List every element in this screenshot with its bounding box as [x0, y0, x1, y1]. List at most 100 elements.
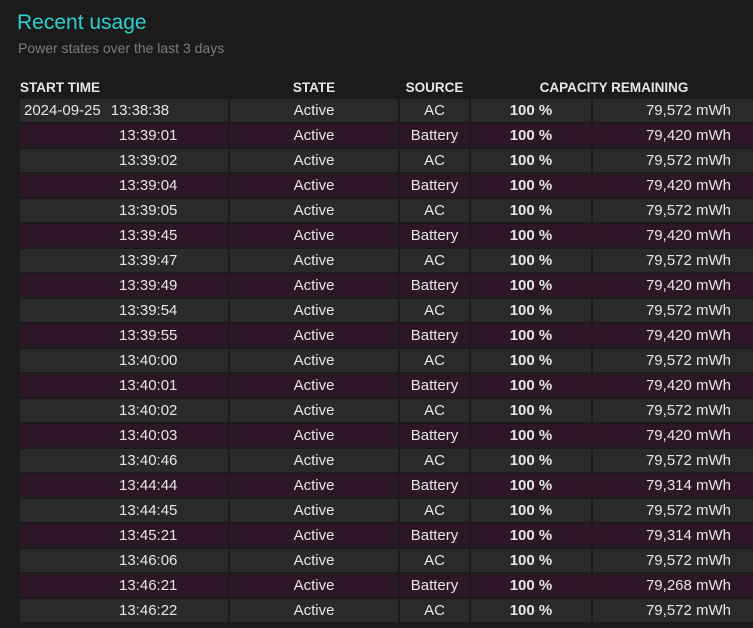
- cell-capacity-mwh: 79,420 mWh: [593, 124, 753, 147]
- battery-report-page: Recent usage Power states over the last …: [0, 0, 753, 628]
- cell-state: Active: [230, 349, 398, 372]
- table-row: 13:46:06 Active AC 100 % 79,572 mWh: [20, 549, 753, 572]
- cell-start-time: 13:40:01: [20, 374, 228, 397]
- cell-capacity-percent: 100 %: [471, 474, 591, 497]
- cell-state: Active: [230, 549, 398, 572]
- cell-state: Active: [230, 474, 398, 497]
- cell-state: Active: [230, 199, 398, 222]
- start-time: 13:38:38: [110, 102, 170, 119]
- cell-state: Active: [230, 224, 398, 247]
- column-header-state: STATE: [292, 80, 336, 95]
- cell-source: Battery: [400, 174, 469, 197]
- cell-start-time: 13:39:54: [20, 299, 228, 322]
- start-date: 2024-09-25: [24, 102, 101, 119]
- cell-start-time: 13:46:06: [20, 549, 228, 572]
- cell-source: AC: [400, 399, 469, 422]
- cell-start-time: 13:44:44: [20, 474, 228, 497]
- cell-source: Battery: [400, 224, 469, 247]
- cell-capacity-mwh: 79,572 mWh: [593, 299, 753, 322]
- start-time: 13:44:44: [119, 477, 178, 494]
- recent-usage-table: START TIME STATE SOURCE CAPACITY REMAINI…: [18, 76, 753, 624]
- column-header-capacity-remaining: CAPACITY REMAINING: [539, 80, 689, 95]
- table-row: 13:39:54 Active AC 100 % 79,572 mWh: [20, 299, 753, 322]
- cell-source: Battery: [400, 574, 469, 597]
- cell-source: AC: [400, 249, 469, 272]
- cell-capacity-percent: 100 %: [471, 574, 591, 597]
- table-row: 13:39:05 Active AC 100 % 79,572 mWh: [20, 199, 753, 222]
- cell-start-time: 2024-09-25 13:38:38: [20, 99, 228, 122]
- cell-start-time: 13:46:22: [20, 599, 228, 622]
- cell-start-time: 13:39:01: [20, 124, 228, 147]
- cell-state: Active: [230, 249, 398, 272]
- start-time: 13:45:21: [119, 527, 178, 544]
- cell-capacity-mwh: 79,572 mWh: [593, 149, 753, 172]
- table-row: 13:39:02 Active AC 100 % 79,572 mWh: [20, 149, 753, 172]
- table-row: 13:39:55 Active Battery 100 % 79,420 mWh: [20, 324, 753, 347]
- table-header-row: START TIME STATE SOURCE CAPACITY REMAINI…: [20, 78, 753, 97]
- cell-source: Battery: [400, 124, 469, 147]
- start-time: 13:44:45: [119, 502, 178, 519]
- cell-source: AC: [400, 199, 469, 222]
- section-subtitle: Power states over the last 3 days: [18, 40, 225, 56]
- start-time: 13:39:55: [119, 327, 178, 344]
- start-time: 13:40:00: [119, 352, 178, 369]
- cell-capacity-percent: 100 %: [471, 349, 591, 372]
- cell-start-time: 13:39:45: [20, 224, 228, 247]
- cell-capacity-mwh: 79,572 mWh: [593, 399, 753, 422]
- cell-source: Battery: [400, 374, 469, 397]
- cell-capacity-percent: 100 %: [471, 549, 591, 572]
- cell-capacity-mwh: 79,572 mWh: [593, 499, 753, 522]
- cell-capacity-percent: 100 %: [471, 424, 591, 447]
- start-time: 13:39:54: [119, 302, 178, 319]
- table-row: 13:39:01 Active Battery 100 % 79,420 mWh: [20, 124, 753, 147]
- start-time: 13:46:21: [119, 577, 178, 594]
- table-row: 13:44:45 Active AC 100 % 79,572 mWh: [20, 499, 753, 522]
- cell-capacity-percent: 100 %: [471, 324, 591, 347]
- cell-start-time: 13:39:04: [20, 174, 228, 197]
- cell-capacity-percent: 100 %: [471, 599, 591, 622]
- cell-start-time: 13:46:21: [20, 574, 228, 597]
- start-time: 13:40:01: [119, 377, 178, 394]
- cell-state: Active: [230, 174, 398, 197]
- cell-start-time: 13:39:05: [20, 199, 228, 222]
- cell-state: Active: [230, 599, 398, 622]
- cell-capacity-mwh: 79,572 mWh: [593, 199, 753, 222]
- cell-capacity-percent: 100 %: [471, 374, 591, 397]
- cell-capacity-mwh: 79,572 mWh: [593, 349, 753, 372]
- cell-start-time: 13:44:45: [20, 499, 228, 522]
- column-header-source: SOURCE: [405, 80, 464, 95]
- cell-source: Battery: [400, 324, 469, 347]
- cell-start-time: 13:40:03: [20, 424, 228, 447]
- cell-capacity-percent: 100 %: [471, 399, 591, 422]
- cell-capacity-percent: 100 %: [471, 124, 591, 147]
- table-row: 13:40:02 Active AC 100 % 79,572 mWh: [20, 399, 753, 422]
- table-row: 13:45:21 Active Battery 100 % 79,314 mWh: [20, 524, 753, 547]
- cell-capacity-percent: 100 %: [471, 274, 591, 297]
- cell-source: AC: [400, 449, 469, 472]
- cell-start-time: 13:45:21: [20, 524, 228, 547]
- cell-source: Battery: [400, 424, 469, 447]
- table-row: 2024-09-25 13:38:38 Active AC 100 % 79,572 mW…: [20, 99, 753, 122]
- cell-source: Battery: [400, 524, 469, 547]
- cell-source: AC: [400, 299, 469, 322]
- cell-capacity-percent: 100 %: [471, 149, 591, 172]
- cell-state: Active: [230, 374, 398, 397]
- table-row: 13:40:00 Active AC 100 % 79,572 mWh: [20, 349, 753, 372]
- cell-source: AC: [400, 349, 469, 372]
- cell-capacity-mwh: 79,572 mWh: [593, 449, 753, 472]
- start-time: 13:39:49: [119, 277, 178, 294]
- cell-capacity-mwh: 79,572 mWh: [593, 249, 753, 272]
- cell-capacity-mwh: 79,420 mWh: [593, 324, 753, 347]
- cell-state: Active: [230, 499, 398, 522]
- cell-capacity-percent: 100 %: [471, 524, 591, 547]
- cell-state: Active: [230, 99, 398, 122]
- cell-start-time: 13:39:47: [20, 249, 228, 272]
- start-time: 13:39:45: [119, 227, 178, 244]
- cell-state: Active: [230, 449, 398, 472]
- cell-state: Active: [230, 124, 398, 147]
- cell-capacity-mwh: 79,420 mWh: [593, 174, 753, 197]
- cell-capacity-mwh: 79,420 mWh: [593, 424, 753, 447]
- cell-state: Active: [230, 274, 398, 297]
- cell-capacity-percent: 100 %: [471, 249, 591, 272]
- table-row: 13:39:04 Active Battery 100 % 79,420 mWh: [20, 174, 753, 197]
